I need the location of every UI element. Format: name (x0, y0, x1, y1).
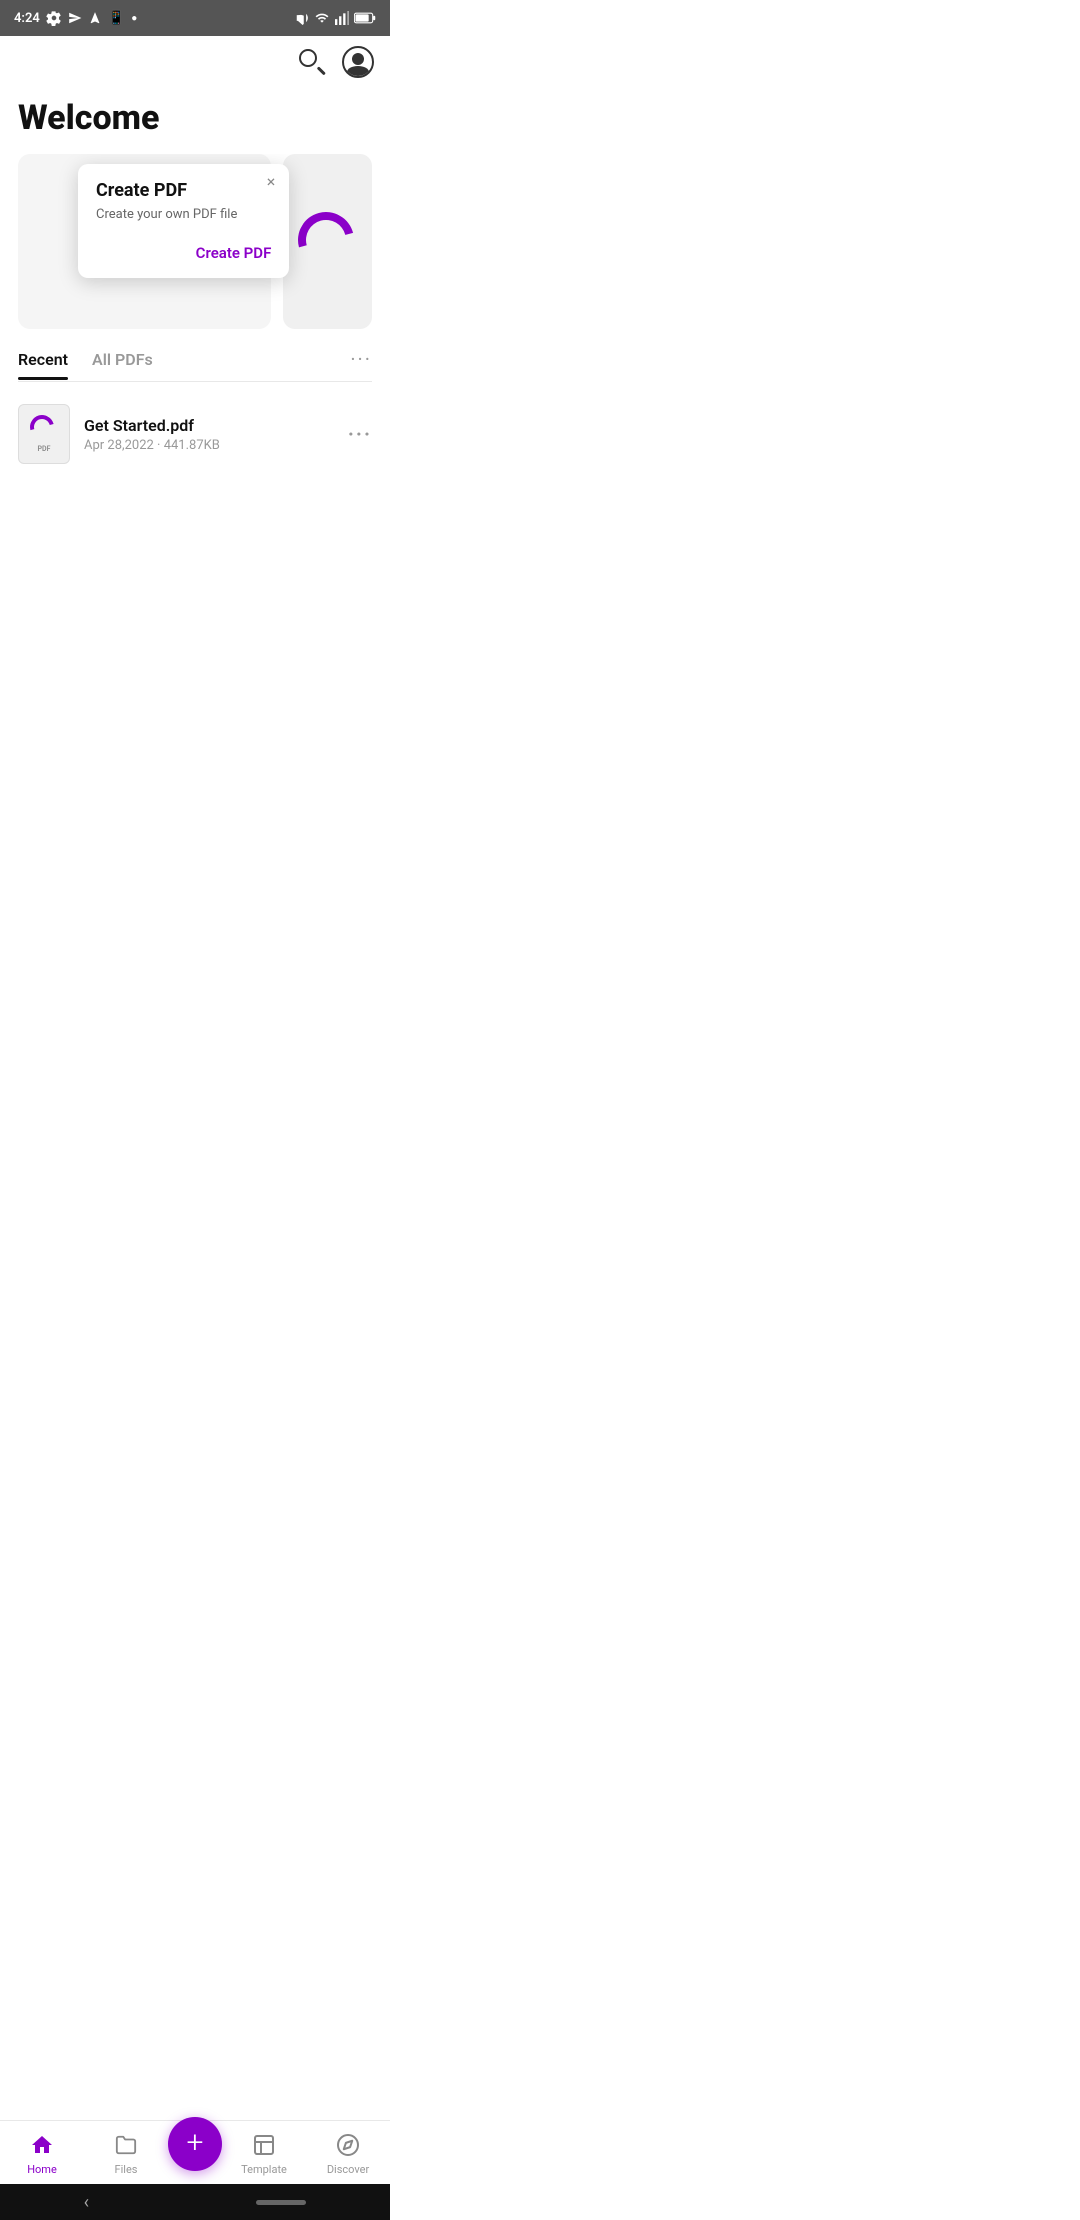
app-header (0, 36, 390, 88)
second-card[interactable] (283, 154, 372, 329)
file-list: PDF Get Started.pdf Apr 28,2022 · 441.87… (0, 382, 390, 486)
cards-row: PDF + × Create PDF Create your own PDF f… (0, 154, 390, 329)
folder-svg-icon (115, 2133, 137, 2157)
file-thumb-logo (30, 415, 58, 443)
plus-icon: + (187, 2128, 204, 2158)
navigation-icon (88, 11, 102, 25)
tab-all-pdfs[interactable]: All PDFs (92, 350, 153, 379)
foxit-logo-icon (26, 411, 59, 444)
back-button[interactable]: ‹ (84, 2192, 89, 2213)
tabs-row: Recent All PDFs ··· (18, 347, 372, 382)
home-svg-icon (30, 2133, 54, 2157)
time-display: 4:24 (14, 11, 40, 26)
nav-label-template: Template (241, 2163, 287, 2176)
signal-icon (335, 11, 349, 25)
file-separator: · (157, 438, 160, 453)
file-more-button[interactable]: ··· (348, 422, 372, 446)
tooltip-title: Create PDF (96, 180, 251, 201)
file-name: Get Started.pdf (84, 416, 334, 435)
file-date: Apr 28,2022 (84, 438, 154, 453)
send-icon (68, 11, 82, 25)
file-thumbnail: PDF (18, 404, 70, 464)
welcome-title: Welcome (18, 98, 372, 138)
settings-icon (46, 10, 62, 26)
muted-icon (295, 11, 309, 25)
whatsapp-icon: 📱 (108, 10, 125, 26)
nav-item-template[interactable]: Template (222, 2131, 306, 2176)
nav-label-files: Files (115, 2163, 138, 2176)
discover-icon (334, 2131, 362, 2159)
wifi-icon (314, 11, 330, 25)
create-pdf-card[interactable]: PDF + × Create PDF Create your own PDF f… (18, 154, 271, 329)
file-size: 441.87KB (164, 438, 220, 453)
account-button[interactable] (342, 46, 374, 78)
dot-icon: ● (131, 13, 137, 24)
tooltip-subtitle: Create your own PDF file (96, 207, 271, 222)
second-card-logo (298, 212, 358, 272)
tabs-more-button[interactable]: ··· (350, 347, 372, 381)
system-nav-bar: ‹ (0, 2184, 390, 2220)
status-bar: 4:24 📱 ● (0, 0, 390, 36)
tooltip-popup: × Create PDF Create your own PDF file Cr… (78, 164, 289, 278)
nav-label-discover: Discover (327, 2163, 369, 2176)
files-icon (112, 2131, 140, 2159)
table-row[interactable]: PDF Get Started.pdf Apr 28,2022 · 441.87… (18, 394, 372, 474)
search-button[interactable] (296, 46, 328, 78)
nav-item-discover[interactable]: Discover (306, 2131, 390, 2176)
tabs-section: Recent All PDFs ··· (0, 347, 390, 382)
template-svg-icon (252, 2133, 276, 2157)
battery-icon (354, 12, 376, 24)
tooltip-close-button[interactable]: × (267, 174, 276, 190)
template-icon (250, 2131, 278, 2159)
compass-svg-icon (336, 2133, 360, 2157)
nav-add-button[interactable]: + (168, 2117, 222, 2171)
welcome-section: Welcome (0, 88, 390, 154)
file-info: Get Started.pdf Apr 28,2022 · 441.87KB (84, 416, 334, 453)
status-icons (295, 11, 376, 25)
nav-item-home[interactable]: Home (0, 2131, 84, 2176)
nav-item-files[interactable]: Files (84, 2131, 168, 2176)
file-meta: Apr 28,2022 · 441.87KB (84, 438, 334, 453)
tooltip-action-link[interactable]: Create PDF (96, 244, 271, 262)
tabs-left: Recent All PDFs (18, 350, 153, 379)
status-time: 4:24 📱 ● (14, 10, 137, 26)
home-pill[interactable] (256, 2200, 306, 2205)
bottom-nav: Home Files + Template (0, 2120, 390, 2184)
nav-label-home: Home (27, 2163, 57, 2176)
tab-recent[interactable]: Recent (18, 350, 68, 379)
file-thumb-label: PDF (38, 445, 51, 453)
home-icon (28, 2131, 56, 2159)
